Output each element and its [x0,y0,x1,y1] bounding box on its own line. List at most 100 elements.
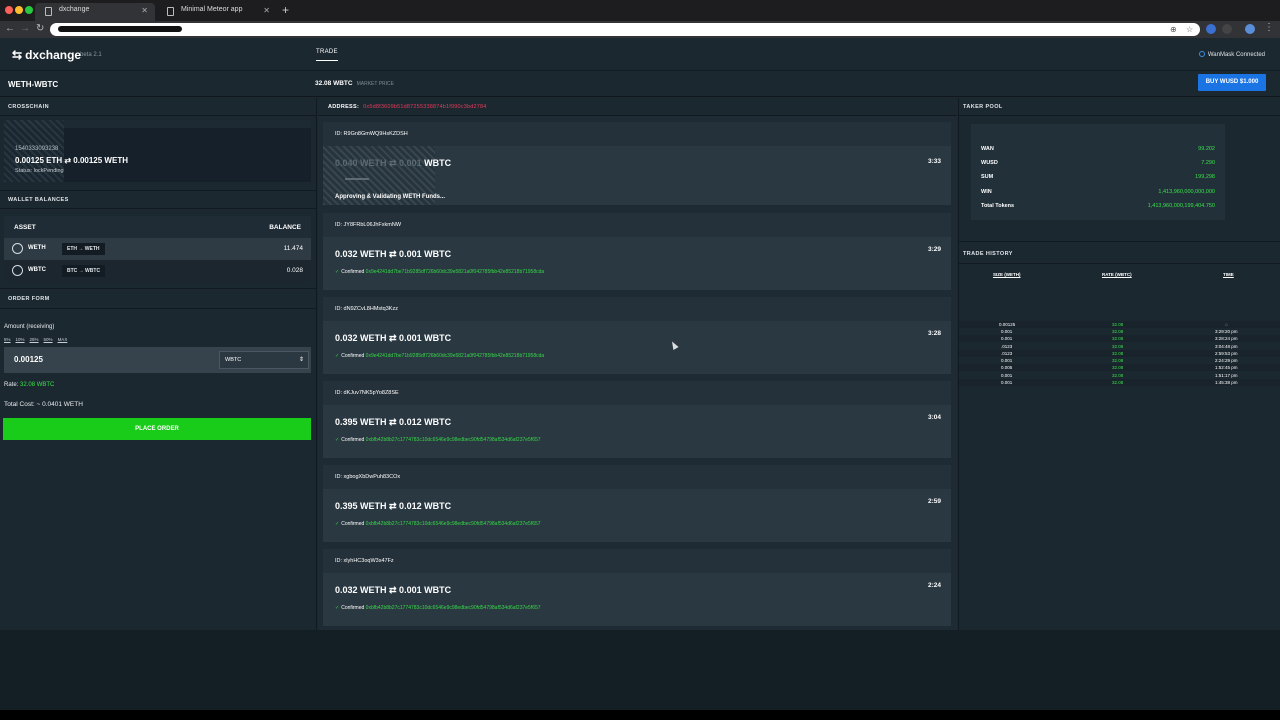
pair-name: WETH-WBTC [8,80,59,89]
browser-tab-meteor[interactable]: Minimal Meteor app ✕ [157,3,277,21]
table-row[interactable]: WETH ETH → WETH 11.474 [4,238,311,260]
wallet-balances-title: WALLET BALANCES [8,197,69,203]
profile-avatar[interactable] [1245,24,1255,34]
table-row[interactable]: WBTC BTC → WBTC 0.028 [4,260,311,282]
address-bar[interactable]: ⊕ ☆ [50,23,1200,36]
percent-10[interactable]: 10% [16,337,25,342]
maximize-window-icon[interactable] [25,6,33,14]
trade-card[interactable]: ID: JY8FRbL06JhFxkmNW 0.032 WETH ⇄ 0.001… [323,213,951,290]
table-row: 0.00125 32.08 ◌ [959,321,1280,328]
order-form-title: ORDER FORM [8,296,50,302]
place-order-button[interactable]: PLACE ORDER [3,418,311,440]
bookmark-star-icon[interactable]: ☆ [1186,25,1193,34]
close-tab-icon[interactable]: ✕ [141,6,148,15]
reload-icon[interactable]: ↻ [36,23,44,34]
extension-icon[interactable] [1222,24,1232,34]
trade-confirmation: ✓ Confirmed 0x9e4241dd7be71b9285df726b60d… [335,353,545,359]
crosschain-status: Status: lockPending [15,168,64,174]
check-icon: ✓ [335,269,340,275]
percent-shortcuts: 5% 10% 25% 50% MAX [4,337,72,342]
trade-card-pending[interactable]: ID: R9Gn8GmWQ9HsKZDSH 0.040 WETH ⇄ 0.001… [323,122,951,205]
back-icon[interactable]: ← [5,23,15,34]
trade-amount: 0.395 WETH ⇄ 0.012 WBTC [335,417,452,427]
trade-status-message: Approving & Validating WETH Funds... [335,194,445,200]
percent-5[interactable]: 5% [4,337,11,342]
pool-row: SUM 199,298 [981,174,1215,180]
rate: Rate: 32.08 WBTC [4,382,55,388]
pool-row: WAN 99.202 [981,146,1215,152]
logo-icon: ⇆ [12,48,23,62]
check-icon: ✓ [335,605,340,611]
trade-card[interactable]: ID: dN9ZCvL8HMstq3Kzz 0.032 WETH ⇄ 0.001… [323,297,951,374]
crosschain-id: 1540333093238 [15,146,59,152]
total-cost: Total Cost: ~ 0.0401 WETH [4,401,83,408]
top-nav: ⇆ dxchange beta 2.1 TRADE WanMask Connect… [0,38,1280,71]
percent-max[interactable]: MAX [58,337,68,342]
pool-row: WIN 1,413,960,000,000,000 [981,189,1215,195]
wallet-connected-icon [1198,51,1205,57]
percent-25[interactable]: 25% [30,337,39,342]
table-row: 0.001 32.08 3:28:24 pm [959,335,1280,342]
wbtc-token-icon [12,265,23,276]
trade-history-header: SIZE (WETH) RATE (WBTC) TIME [993,272,1234,277]
close-tab-icon[interactable]: ✕ [263,6,270,15]
minimize-window-icon[interactable] [15,6,23,14]
close-window-icon[interactable] [5,6,13,14]
zoom-icon[interactable]: ⊕ [1170,25,1177,34]
trade-timer: 3:29 [927,246,941,253]
trade-card[interactable]: ID: dKJuv7NK5pYo8Z8SE 0.395 WETH ⇄ 0.012… [323,381,951,458]
trade-amount: 0.032 WETH ⇄ 0.001 WBTC [335,585,452,595]
table-header: ASSET BALANCE [4,216,311,238]
page-icon [167,7,174,16]
tx-hash-link[interactable]: 0xbfb42b8b27c1774783c10dc6546e9c98edbec9… [366,521,541,527]
trade-timer: 2:59 [927,498,941,505]
trade-amount: 0.032 WETH ⇄ 0.001 WBTC [335,249,452,259]
trade-timer: 3:28 [927,330,941,337]
check-icon: ✓ [335,521,340,527]
browser-tab-dxchange[interactable]: dxchange ✕ [35,3,155,21]
check-icon: ✓ [335,437,340,443]
crosschain-card: 1540333093238 0.00125 ETH ⇄ 0.00125 WETH… [4,120,311,182]
buy-wusd-button[interactable]: BUY WUSD $1.000 [1198,74,1266,91]
forward-icon[interactable]: → [20,23,30,34]
asset-select[interactable]: WBTC ⇕ [219,351,309,369]
percent-50[interactable]: 50% [44,337,53,342]
browser-toolbar: ← → ↻ ⊕ ☆ ⋮ [0,21,1280,38]
tx-hash-link[interactable]: 0x9e4241dd7be71b9285df726b60dc39e5821a0f… [366,269,545,275]
app-root: ⇆ dxchange beta 2.1 TRADE WanMask Connect… [0,38,1280,710]
table-row: 0.001 32.08 1:51:17 pm [1001,373,1238,378]
table-row: 0.001 32.08 3:29:20 pm [1001,329,1238,334]
tx-hash-link[interactable]: 0xbfb42b8b27c1774783c10dc6546e9c98edbec9… [366,437,541,443]
trade-amount: 0.040 WETH ⇄ 0.001 WBTC [335,158,452,168]
right-panel: TAKER POOL WAN 99.202 WUSD 7.290 SUM 199,29… [958,98,1280,630]
trade-amount: 0.395 WETH ⇄ 0.012 WBTC [335,501,452,511]
pool-row: WUSD 7.290 [981,160,1215,166]
pool-row: Total Tokens 1,413,960,000,199,404.750 [981,203,1215,209]
extension-icon[interactable] [1206,24,1216,34]
weth-token-icon [12,243,23,254]
amount-input[interactable]: 0.00125 WBTC ⇕ [4,347,311,373]
trade-timer: 3:04 [927,414,941,421]
crosschain-amount: 0.00125 ETH ⇄ 0.00125 WETH [15,156,128,165]
trades-panel: ADDRESS: 0x5d8f3609b51d87255338874b1f990c… [318,98,957,630]
convert-eth-button[interactable]: ETH → WETH [62,243,105,255]
trade-amount: 0.032 WETH ⇄ 0.001 WBTC [335,333,452,343]
taker-pool-card: WAN 99.202 WUSD 7.290 SUM 199,298 WIN 1,413,… [971,124,1225,220]
table-row: 0.001 32.08 1:45:38 pm [959,379,1280,386]
trade-confirmation: ✓ Confirmed 0xbfb42b8b27c1774783c10dc6546… [335,437,541,443]
trade-confirmation: ✓ Confirmed 0x9e4241dd7be71b9285df726b60d… [335,269,545,275]
trade-timer: 3:33 [927,158,941,165]
table-row: 0.005 32.08 1:52:45 pm [959,364,1280,371]
new-tab-icon[interactable]: + [282,3,289,17]
menu-kebab-icon[interactable]: ⋮ [1264,22,1274,33]
tx-hash-link[interactable]: 0xbfb42b8b27c1774783c10dc6546e9c98edbec9… [366,605,541,611]
table-row: .0123 32.08 3:04:48 pm [1001,344,1238,349]
convert-btc-button[interactable]: BTC → WBTC [62,265,106,277]
tx-hash-link[interactable]: 0x9e4241dd7be71b9285df726b60dc39e5821a0f… [366,353,545,359]
tab-trade[interactable]: TRADE [316,49,338,61]
trade-card[interactable]: ID: xgbogXbDwPuh83COx 0.395 WETH ⇄ 0.012… [323,465,951,542]
trade-card[interactable]: ID: xlyhHC3oqW3s47Fz 0.032 WETH ⇄ 0.001 … [323,549,951,626]
trade-confirmation: ✓ Confirmed 0xbfb42b8b27c1774783c10dc6546… [335,605,541,611]
trade-timer: 2:24 [927,582,941,589]
logo[interactable]: ⇆ dxchange [12,48,81,62]
